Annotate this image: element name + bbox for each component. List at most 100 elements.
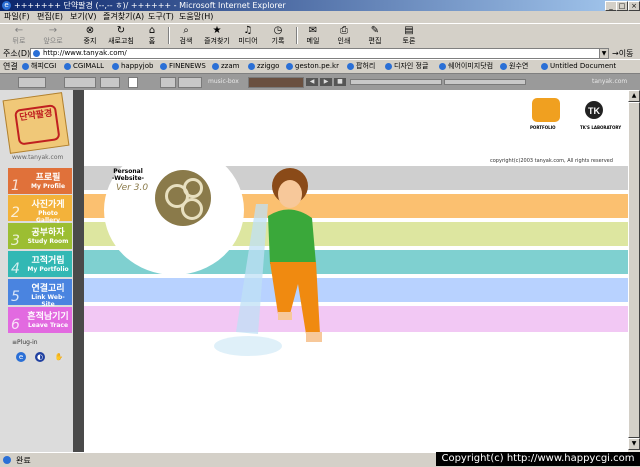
- forward-button[interactable]: → 앞으로: [38, 25, 68, 46]
- scroll-thumb[interactable]: [628, 102, 640, 438]
- menu-favorites[interactable]: 즐겨찾기(A): [103, 12, 144, 22]
- logo-seal: 단약팔경: [13, 104, 61, 146]
- close-button[interactable]: ×: [628, 1, 640, 11]
- vertical-scrollbar[interactable]: ▲ ▼: [628, 90, 640, 452]
- link-icon: [112, 62, 119, 70]
- stop-icon[interactable]: ■: [334, 78, 346, 86]
- plugin-label: ≡Plug-in: [12, 339, 38, 346]
- media-icon: ♫: [243, 25, 253, 36]
- stop-button[interactable]: ⊗ 중지: [78, 25, 102, 46]
- version-label: Ver 3.0: [116, 183, 149, 193]
- discuss-icon: ▤: [404, 25, 414, 36]
- child-illustration: [214, 168, 322, 356]
- web-page: 단약팔경 www.tanyak.com 1 프로필 My Profile 2 사진가게…: [0, 90, 640, 452]
- progress-slider[interactable]: [444, 79, 526, 85]
- link-icon: [160, 62, 167, 70]
- address-label: 주소(D): [3, 49, 31, 58]
- link-item[interactable]: 쉐어이미지닷컴: [439, 62, 493, 71]
- status-text: 완료: [16, 456, 31, 465]
- search-icon: ⌕: [183, 25, 189, 36]
- back-button[interactable]: ← 뒤로: [4, 25, 34, 46]
- ie-icon: e: [2, 1, 11, 10]
- player-field[interactable]: [18, 77, 46, 88]
- address-input[interactable]: http://www.tanyak.com/: [30, 48, 602, 59]
- ie-plugin-icon[interactable]: e: [16, 352, 26, 362]
- link-item[interactable]: happyjob: [112, 62, 153, 71]
- nav-divider: [73, 90, 84, 452]
- link-item[interactable]: Untitled Document: [541, 62, 616, 71]
- flash-plugin-icon[interactable]: ✋: [54, 352, 64, 362]
- mail-button[interactable]: ✉ 메일: [302, 25, 324, 46]
- home-button[interactable]: ⌂ 홈: [142, 25, 162, 46]
- nav-link-website[interactable]: 5 연결고리 Link Web-Site: [8, 279, 72, 308]
- edit-icon: ✎: [370, 25, 380, 36]
- player-field[interactable]: [178, 77, 202, 88]
- portfolio-icon[interactable]: [532, 98, 560, 122]
- menu-tools[interactable]: 도구(T): [148, 12, 174, 22]
- tk-lab-logo[interactable]: TK: [584, 98, 612, 122]
- menu-edit[interactable]: 편집(E): [37, 12, 63, 22]
- edit-button[interactable]: ✎ 편집: [364, 25, 386, 46]
- link-item[interactable]: CGIMALL: [64, 62, 104, 71]
- left-nav: 단약팔경 www.tanyak.com 1 프로필 My Profile 2 사진가게…: [0, 90, 84, 452]
- refresh-button[interactable]: ↻ 새로고침: [106, 25, 136, 46]
- search-button[interactable]: ⌕ 검색: [174, 25, 198, 46]
- link-item[interactable]: 팝허리: [347, 62, 375, 71]
- printer-icon: ⎙: [340, 25, 348, 36]
- favorites-button[interactable]: ★ 즐겨찾기: [202, 25, 232, 46]
- refresh-icon: ↻: [116, 25, 126, 36]
- menu-help[interactable]: 도움말(H): [179, 12, 213, 22]
- player-field[interactable]: [160, 77, 176, 88]
- swirl-emblem: [155, 170, 211, 226]
- menu-view[interactable]: 보기(V): [70, 12, 96, 22]
- nav-photo-gallery[interactable]: 2 사진가게 Photo Gallery: [8, 195, 72, 224]
- prev-icon[interactable]: ◀: [306, 78, 318, 86]
- links-label: 연결: [3, 62, 18, 71]
- compass-plugin-icon[interactable]: ◐: [35, 352, 45, 362]
- site-player-bar: music-box ◀ ▶ ■ tanyak.com: [0, 74, 640, 90]
- link-item[interactable]: 해피CGI: [22, 62, 56, 71]
- color-band: [84, 278, 640, 302]
- maximize-button[interactable]: □: [616, 1, 628, 11]
- link-icon: [64, 62, 71, 70]
- player-field[interactable]: [64, 77, 96, 88]
- link-item[interactable]: 디자인 정글: [385, 62, 428, 71]
- link-item[interactable]: 원수연: [500, 62, 528, 71]
- toolbar: ← 뒤로 → 앞으로 ⊗ 중지 ↻ 새로고침 ⌂ 홈 ⌕ 검색 ★ 즐겨찾기 ♫ 미디어 ◷ 기록…: [0, 24, 640, 48]
- star-icon: ★: [212, 25, 222, 36]
- watermark: Copyright(c) http://www.happycgi.com: [436, 452, 640, 466]
- link-icon: [347, 62, 354, 70]
- play-icon[interactable]: ▶: [320, 78, 332, 86]
- nav-leave-trace[interactable]: 6 흔적남기기 Leave Trace: [8, 307, 72, 333]
- player-field[interactable]: [100, 77, 120, 88]
- scroll-down-icon[interactable]: ▼: [628, 438, 640, 450]
- stop-icon: ⊗: [85, 25, 95, 36]
- home-icon: ⌂: [148, 25, 156, 36]
- toolbar-separator: [168, 27, 170, 44]
- nav-portfolio[interactable]: 4 끄적거림 My Portfolio: [8, 251, 72, 277]
- menu-file[interactable]: 파일(F): [4, 12, 30, 22]
- menu-bar: 파일(F) 편집(E) 보기(V) 즐겨찾기(A) 도구(T) 도움말(H): [0, 11, 640, 24]
- nav-profile[interactable]: 1 프로필 My Profile: [8, 168, 72, 194]
- music-box-label: music-box: [208, 78, 239, 85]
- link-item[interactable]: FINENEWS: [160, 62, 206, 71]
- discuss-button[interactable]: ▤ 토론: [398, 25, 420, 46]
- address-bar: 주소(D) http://www.tanyak.com/ ▼ →이동: [0, 47, 640, 60]
- toolbar-separator: [296, 27, 298, 44]
- scroll-up-icon[interactable]: ▲: [628, 90, 640, 102]
- link-item[interactable]: zziggo: [248, 62, 279, 71]
- address-dropdown-icon[interactable]: ▼: [599, 48, 609, 59]
- link-icon: [286, 62, 293, 70]
- nav-study-room[interactable]: 3 공부하자 Study Room: [8, 223, 72, 249]
- media-button[interactable]: ♫ 미디어: [235, 25, 261, 46]
- print-button[interactable]: ⎙ 인쇄: [333, 25, 355, 46]
- history-icon: ◷: [273, 25, 283, 36]
- go-button[interactable]: →이동: [612, 48, 633, 59]
- volume-slider[interactable]: [350, 79, 442, 85]
- player-checkbox[interactable]: [128, 77, 138, 88]
- history-button[interactable]: ◷ 기록: [267, 25, 289, 46]
- personal-website-title: Personal -Website-: [111, 168, 145, 182]
- link-item[interactable]: geston.pe.kr: [286, 62, 339, 71]
- site-logo[interactable]: 단약팔경: [2, 92, 70, 154]
- link-item[interactable]: zzam: [212, 62, 239, 71]
